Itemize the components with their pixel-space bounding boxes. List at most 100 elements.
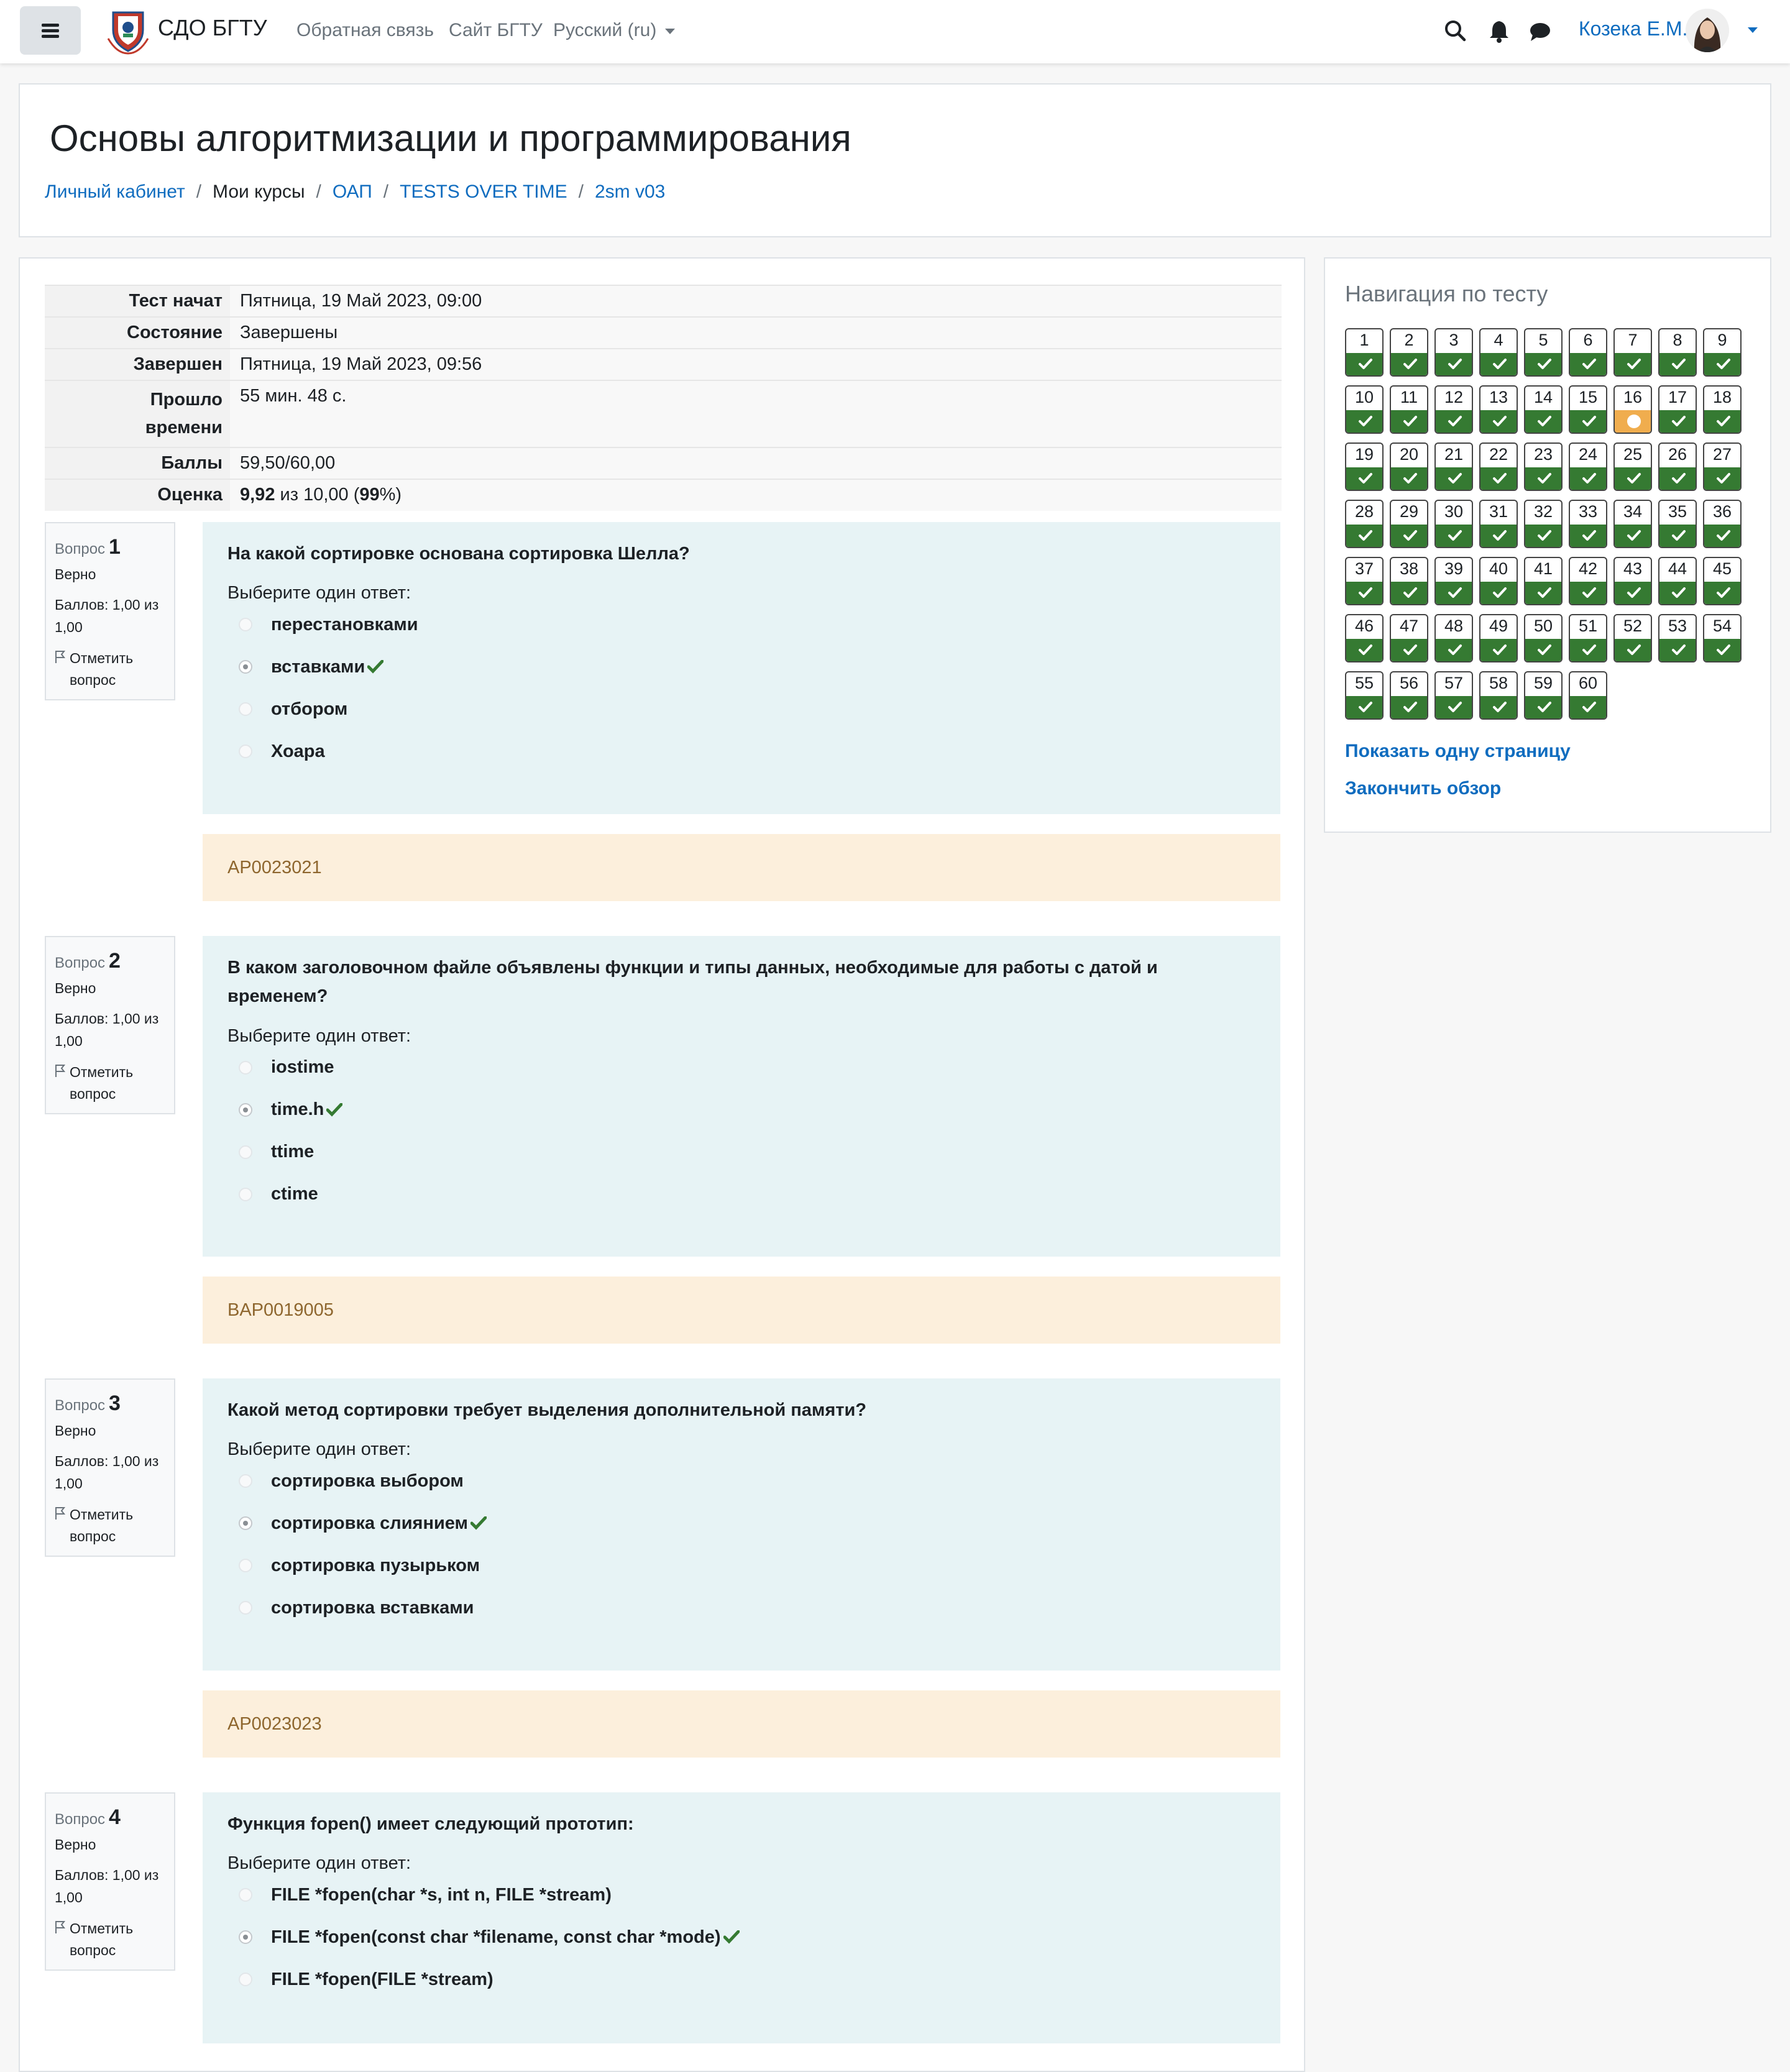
question-nav-button-22[interactable]: 22 — [1479, 442, 1518, 491]
question-nav-button-6[interactable]: 6 — [1569, 328, 1607, 377]
question-nav-button-28[interactable]: 28 — [1345, 500, 1384, 548]
question-nav-button-17[interactable]: 17 — [1658, 385, 1697, 434]
answer-radio-selected[interactable] — [239, 660, 252, 674]
question-nav-button-3[interactable]: 3 — [1434, 328, 1473, 377]
question-nav-button-53[interactable]: 53 — [1658, 614, 1697, 662]
question-nav-button-50[interactable]: 50 — [1524, 614, 1563, 662]
flag-question-button[interactable]: Отметить вопрос — [55, 648, 165, 692]
show-one-page-link[interactable]: Показать одну страницу — [1345, 741, 1571, 762]
question-nav-button-2[interactable]: 2 — [1390, 328, 1428, 377]
check-icon — [1538, 416, 1551, 426]
question-nav-button-7[interactable]: 7 — [1613, 328, 1652, 377]
question-nav-button-10[interactable]: 10 — [1345, 385, 1384, 434]
breadcrumb-section[interactable]: TESTS OVER TIME — [400, 181, 567, 203]
answer-radio-selected[interactable] — [239, 1102, 252, 1117]
menu-toggle-button[interactable] — [20, 6, 81, 55]
user-menu-chevron-icon[interactable] — [1748, 27, 1758, 33]
avatar[interactable] — [1686, 9, 1729, 52]
question-nav-button-16[interactable]: 16 — [1613, 385, 1652, 434]
question-nav-button-9[interactable]: 9 — [1703, 328, 1742, 377]
question-nav-button-47[interactable]: 47 — [1390, 614, 1428, 662]
question-nav-button-15[interactable]: 15 — [1569, 385, 1607, 434]
answer-radio-selected[interactable] — [239, 1516, 252, 1531]
question-nav-button-59[interactable]: 59 — [1524, 671, 1563, 720]
question-nav-button-37[interactable]: 37 — [1345, 557, 1384, 605]
question-nav-button-49[interactable]: 49 — [1479, 614, 1518, 662]
question-nav-button-27[interactable]: 27 — [1703, 442, 1742, 491]
question-nav-button-26[interactable]: 26 — [1658, 442, 1697, 491]
answer-label: вставками — [271, 656, 365, 677]
question-nav-button-38[interactable]: 38 — [1390, 557, 1428, 605]
language-menu[interactable]: Русский (ru) — [553, 20, 676, 41]
question-nav-button-56[interactable]: 56 — [1390, 671, 1428, 720]
nav-link-feedback[interactable]: Обратная связь — [296, 20, 434, 41]
question-nav-number: 34 — [1623, 502, 1643, 521]
question-nav-button-46[interactable]: 46 — [1345, 614, 1384, 662]
answer-radio-selected[interactable] — [239, 1930, 252, 1945]
question-nav-button-39[interactable]: 39 — [1434, 557, 1473, 605]
question-nav-button-24[interactable]: 24 — [1569, 442, 1607, 491]
question-nav-button-31[interactable]: 31 — [1479, 500, 1518, 548]
question-nav-button-34[interactable]: 34 — [1613, 500, 1652, 548]
breadcrumb-course[interactable]: ОАП — [333, 181, 372, 203]
flag-question-button[interactable]: Отметить вопрос — [55, 1918, 165, 1962]
question-nav-button-5[interactable]: 5 — [1524, 328, 1563, 377]
question-nav-button-45[interactable]: 45 — [1703, 557, 1742, 605]
question-nav-button-41[interactable]: 41 — [1524, 557, 1563, 605]
question-nav-button-18[interactable]: 18 — [1703, 385, 1742, 434]
university-logo[interactable] — [104, 7, 152, 55]
answer-radio[interactable] — [239, 1060, 252, 1075]
answer-radio[interactable] — [239, 1474, 252, 1488]
question-nav-button-25[interactable]: 25 — [1613, 442, 1652, 491]
answer-radio[interactable] — [239, 1187, 252, 1201]
answer-radio[interactable] — [239, 1973, 252, 1987]
question-nav-button-55[interactable]: 55 — [1345, 671, 1384, 720]
nav-link-university-site[interactable]: Сайт БГТУ — [449, 20, 543, 41]
question-nav-button-43[interactable]: 43 — [1613, 557, 1652, 605]
answer-radio[interactable] — [239, 745, 252, 759]
messages-icon[interactable] — [1528, 19, 1553, 44]
answer-radio[interactable] — [239, 702, 252, 717]
question-nav-button-57[interactable]: 57 — [1434, 671, 1473, 720]
question-nav-button-20[interactable]: 20 — [1390, 442, 1428, 491]
question-nav-button-44[interactable]: 44 — [1658, 557, 1697, 605]
question-nav-button-13[interactable]: 13 — [1479, 385, 1518, 434]
answer-radio[interactable] — [239, 1888, 252, 1902]
question-nav-button-14[interactable]: 14 — [1524, 385, 1563, 434]
breadcrumb-quiz[interactable]: 2sm v03 — [595, 181, 665, 203]
question-nav-button-8[interactable]: 8 — [1658, 328, 1697, 377]
question-nav-button-23[interactable]: 23 — [1524, 442, 1563, 491]
question-nav-button-11[interactable]: 11 — [1390, 385, 1428, 434]
question-nav-button-58[interactable]: 58 — [1479, 671, 1518, 720]
question-nav-button-48[interactable]: 48 — [1434, 614, 1473, 662]
breadcrumb-dashboard[interactable]: Личный кабинет — [45, 181, 185, 203]
flag-question-button[interactable]: Отметить вопрос — [55, 1504, 165, 1548]
question-nav-button-51[interactable]: 51 — [1569, 614, 1607, 662]
question-nav-button-19[interactable]: 19 — [1345, 442, 1384, 491]
question-nav-button-36[interactable]: 36 — [1703, 500, 1742, 548]
question-nav-button-60[interactable]: 60 — [1569, 671, 1607, 720]
bell-icon[interactable] — [1487, 19, 1512, 44]
user-name[interactable]: Козека Е.М. — [1579, 17, 1687, 40]
question-nav-button-33[interactable]: 33 — [1569, 500, 1607, 548]
question-nav-button-35[interactable]: 35 — [1658, 500, 1697, 548]
question-nav-button-54[interactable]: 54 — [1703, 614, 1742, 662]
question-nav-button-4[interactable]: 4 — [1479, 328, 1518, 377]
question-nav-button-1[interactable]: 1 — [1345, 328, 1384, 377]
question-nav-button-42[interactable]: 42 — [1569, 557, 1607, 605]
question-nav-button-32[interactable]: 32 — [1524, 500, 1563, 548]
search-icon[interactable] — [1443, 19, 1468, 44]
question-nav-button-21[interactable]: 21 — [1434, 442, 1473, 491]
question-nav-button-40[interactable]: 40 — [1479, 557, 1518, 605]
question-nav-button-52[interactable]: 52 — [1613, 614, 1652, 662]
question-nav-button-30[interactable]: 30 — [1434, 500, 1473, 548]
finish-review-link[interactable]: Закончить обзор — [1345, 778, 1501, 799]
question-nav-button-29[interactable]: 29 — [1390, 500, 1428, 548]
question-nav-button-12[interactable]: 12 — [1434, 385, 1473, 434]
answer-radio[interactable] — [239, 1559, 252, 1573]
answer-radio[interactable] — [239, 618, 252, 632]
answer-radio[interactable] — [239, 1601, 252, 1615]
answer-radio[interactable] — [239, 1145, 252, 1159]
flag-question-button[interactable]: Отметить вопрос — [55, 1061, 165, 1106]
site-name[interactable]: СДО БГТУ — [158, 15, 267, 41]
